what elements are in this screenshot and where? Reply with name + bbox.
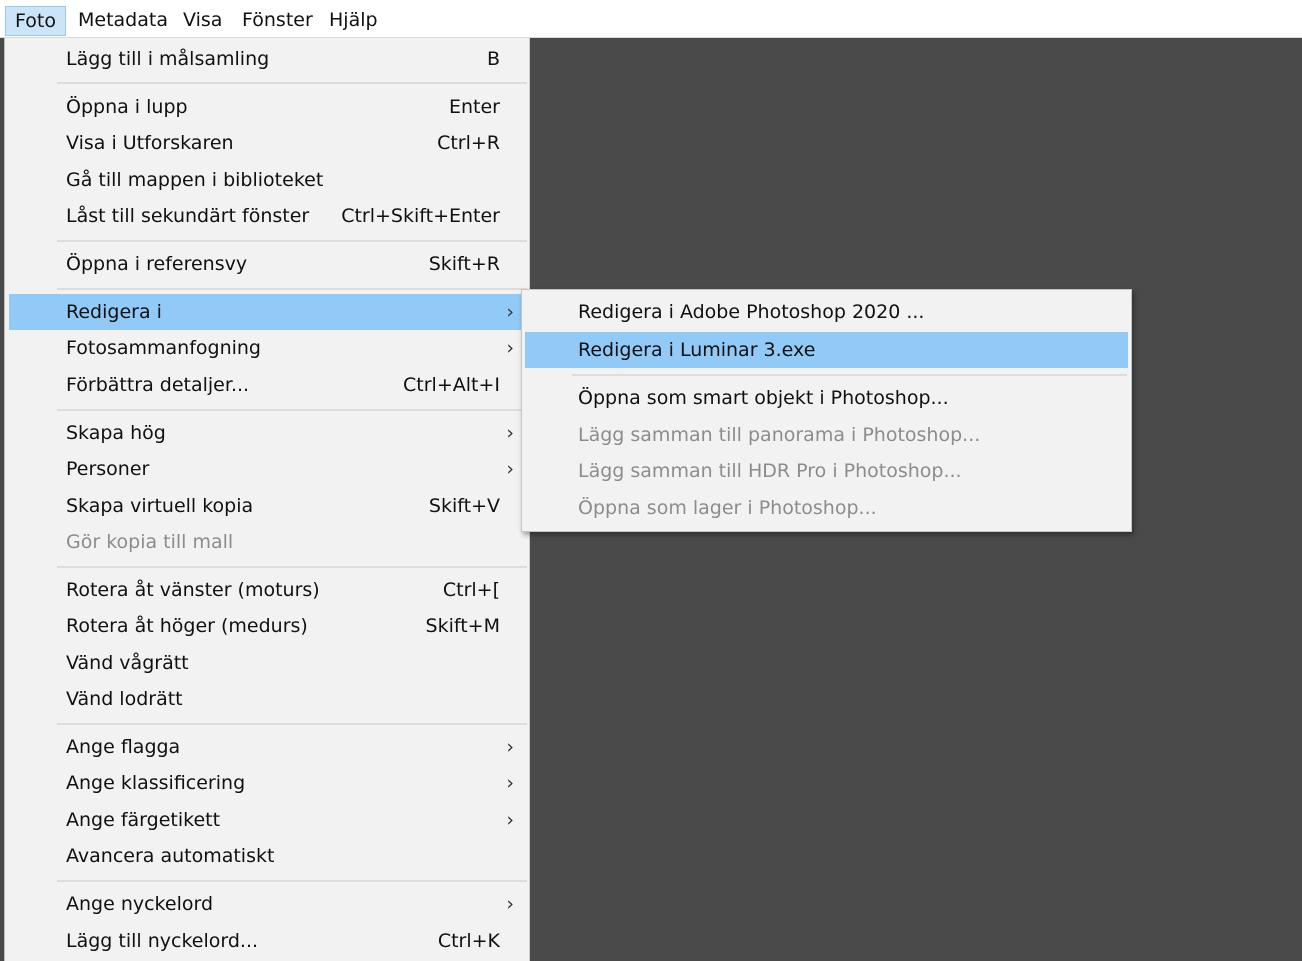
chevron-right-icon: › — [506, 337, 514, 359]
menu-item-label: Ange färgetikett — [66, 809, 221, 831]
menu-item-set-rating[interactable]: Ange klassificering › — [9, 765, 524, 801]
menu-item-show-in-explorer[interactable]: Visa i Utforskaren Ctrl+R — [9, 125, 524, 161]
menu-item-shortcut: Ctrl+Alt+I — [403, 374, 500, 396]
menu-separator — [572, 374, 1127, 376]
menu-item-shortcut: Ctrl+R — [437, 132, 500, 154]
menu-item-label: Redigera i Luminar 3.exe — [578, 339, 816, 361]
menu-item-label: Personer — [66, 458, 150, 480]
menu-item-shortcut: Skift+V — [428, 495, 500, 517]
menu-item-label: Öppna som smart objekt i Photoshop... — [578, 387, 949, 409]
menu-item-edit-in[interactable]: Redigera i › — [9, 294, 524, 330]
menu-item-auto-advance[interactable]: Avancera automatiskt — [9, 838, 524, 874]
menu-item-lock-to-secondary-window[interactable]: Låst till sekundärt fönster Ctrl+Skift+E… — [9, 198, 524, 234]
menu-foto[interactable]: Foto — [5, 6, 66, 36]
menu-item-enhance-details[interactable]: Förbättra detaljer... Ctrl+Alt+I — [9, 367, 524, 403]
menu-item-label: Fotosammanfogning — [66, 337, 261, 359]
menu-item-label: Ange klassificering — [66, 772, 246, 794]
submenu-item-open-as-layers: Öppna som lager i Photoshop... — [525, 490, 1128, 526]
menu-separator — [57, 409, 527, 411]
menu-item-flip-horizontal[interactable]: Vänd vågrätt — [9, 645, 524, 681]
menu-item-label: Ange flagga — [66, 736, 181, 758]
menu-item-label: Rotera åt höger (medurs) — [66, 615, 308, 637]
menu-item-label: Skapa hög — [66, 422, 166, 444]
menu-item-people[interactable]: Personer › — [9, 451, 524, 487]
menu-item-create-virtual-copy[interactable]: Skapa virtuell kopia Skift+V — [9, 488, 524, 524]
menu-visa[interactable]: Visa — [174, 6, 231, 36]
menu-item-label: Rotera åt vänster (moturs) — [66, 579, 320, 601]
edit-in-submenu: Redigera i Adobe Photoshop 2020 ... Redi… — [521, 289, 1132, 532]
menu-item-label: Låst till sekundärt fönster — [66, 205, 310, 227]
menu-separator — [57, 566, 527, 568]
submenu-item-merge-to-panorama: Lägg samman till panorama i Photoshop... — [525, 417, 1128, 453]
menu-item-add-keywords[interactable]: Lägg till nyckelord... Ctrl+K — [9, 923, 524, 959]
menu-item-label: Förbättra detaljer... — [66, 374, 250, 396]
menu-item-open-in-loupe[interactable]: Öppna i lupp Enter — [9, 89, 524, 125]
menu-item-shortcut: Ctrl+[ — [442, 579, 500, 601]
menu-item-flip-vertical[interactable]: Vänd lodrätt — [9, 681, 524, 717]
menu-item-label: Avancera automatiskt — [66, 845, 275, 867]
menu-item-shortcut: B — [486, 48, 500, 70]
menu-separator — [57, 880, 527, 882]
chevron-right-icon: › — [506, 809, 514, 831]
menu-item-photo-merge[interactable]: Fotosammanfogning › — [9, 330, 524, 366]
menu-separator — [57, 240, 527, 242]
menu-item-label: Lägg samman till HDR Pro i Photoshop... — [578, 460, 962, 482]
menu-fonster[interactable]: Fönster — [233, 6, 322, 36]
menu-item-label: Lägg till nyckelord... — [66, 930, 259, 952]
menu-item-label: Öppna i referensvy — [66, 253, 248, 275]
chevron-right-icon: › — [506, 422, 514, 444]
menu-hjalp[interactable]: Hjälp — [320, 6, 387, 36]
menu-item-label: Redigera i Adobe Photoshop 2020 ... — [578, 301, 925, 323]
menu-item-shortcut: Ctrl+Skift+Enter — [341, 205, 500, 227]
menu-item-label: Vänd lodrätt — [66, 688, 183, 710]
menu-item-shortcut: Enter — [449, 96, 500, 118]
submenu-item-merge-to-hdr-pro: Lägg samman till HDR Pro i Photoshop... — [525, 453, 1128, 489]
menu-item-set-flag[interactable]: Ange flagga › — [9, 729, 524, 765]
menu-item-shortcut: Ctrl+K — [437, 930, 500, 952]
foto-dropdown-menu: Lägg till i målsamling B Öppna i lupp En… — [4, 38, 530, 961]
menu-item-set-color-label[interactable]: Ange färgetikett › — [9, 802, 524, 838]
menu-item-label: Öppna i lupp — [66, 96, 188, 118]
chevron-right-icon: › — [506, 736, 514, 758]
menu-metadata[interactable]: Metadata — [69, 6, 177, 36]
submenu-item-edit-in-photoshop[interactable]: Redigera i Adobe Photoshop 2020 ... — [525, 294, 1128, 330]
menu-item-rotate-right[interactable]: Rotera åt höger (medurs) Skift+M — [9, 608, 524, 644]
menu-item-rotate-left[interactable]: Rotera åt vänster (moturs) Ctrl+[ — [9, 572, 524, 608]
menu-item-go-to-folder[interactable]: Gå till mappen i biblioteket — [9, 162, 524, 198]
menu-item-label: Lägg till i målsamling — [66, 48, 270, 70]
menu-separator — [57, 723, 527, 725]
menu-item-set-copy-as-master: Gör kopia till mall — [9, 524, 524, 560]
chevron-right-icon: › — [506, 458, 514, 480]
menubar: Foto Metadata Visa Fönster Hjälp — [0, 0, 1302, 38]
menu-item-shortcut: Skift+M — [425, 615, 500, 637]
menu-item-label: Visa i Utforskaren — [66, 132, 234, 154]
menu-separator — [57, 82, 527, 84]
menu-item-label: Ange nyckelord — [66, 893, 214, 915]
menu-item-add-to-target-collection[interactable]: Lägg till i målsamling B — [9, 41, 524, 77]
menu-item-label: Gör kopia till mall — [66, 531, 234, 553]
menu-item-open-in-reference-view[interactable]: Öppna i referensvy Skift+R — [9, 246, 524, 282]
menu-item-set-keyword[interactable]: Ange nyckelord › — [9, 886, 524, 922]
menu-item-label: Vänd vågrätt — [66, 652, 189, 674]
menu-item-label: Skapa virtuell kopia — [66, 495, 254, 517]
menu-item-stacking[interactable]: Skapa hög › — [9, 415, 524, 451]
menu-item-shortcut: Skift+R — [428, 253, 500, 275]
chevron-right-icon: › — [506, 301, 514, 323]
menu-item-label: Öppna som lager i Photoshop... — [578, 497, 877, 519]
chevron-right-icon: › — [506, 772, 514, 794]
submenu-item-open-as-smart-object[interactable]: Öppna som smart objekt i Photoshop... — [525, 380, 1128, 416]
menu-item-label: Redigera i — [66, 301, 162, 323]
submenu-item-edit-in-luminar[interactable]: Redigera i Luminar 3.exe — [525, 332, 1128, 368]
menu-item-label: Lägg samman till panorama i Photoshop... — [578, 424, 981, 446]
menu-separator — [57, 288, 527, 290]
chevron-right-icon: › — [506, 893, 514, 915]
menu-item-label: Gå till mappen i biblioteket — [66, 169, 324, 191]
